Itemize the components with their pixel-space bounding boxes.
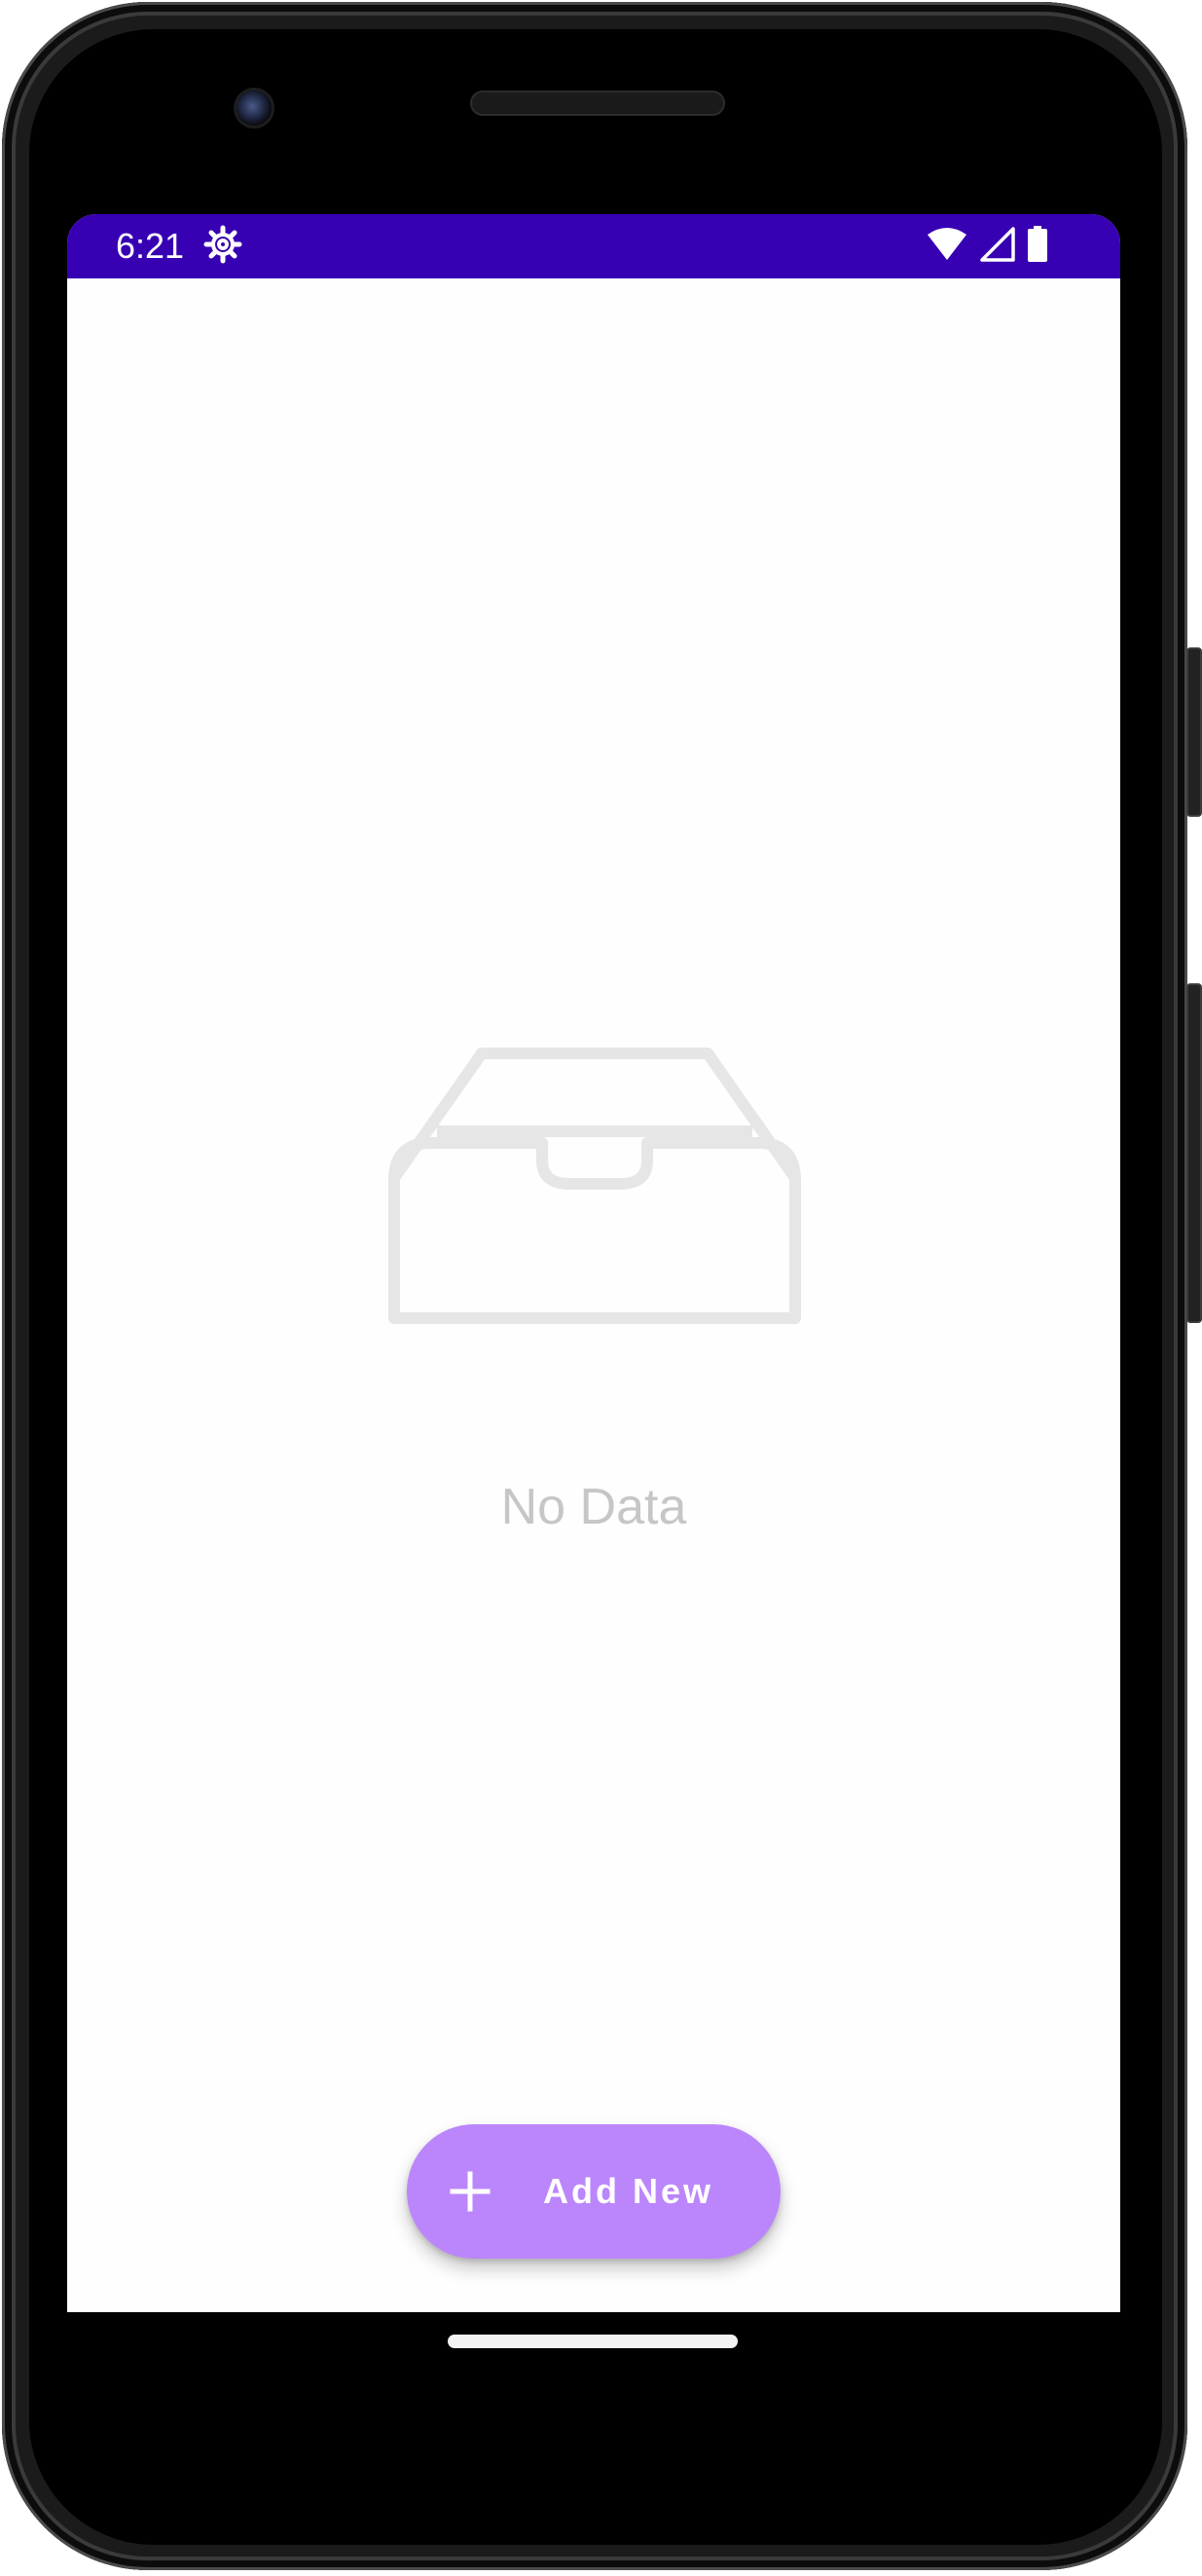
cellular-signal-icon [980,226,1015,267]
empty-state-message: No Data [500,1479,687,1535]
status-bar: 6:21 [67,214,1120,278]
empty-state: No Data [67,1042,1120,1548]
add-new-label: Add New [543,2171,714,2211]
status-right [926,225,1048,268]
wifi-icon [926,227,968,267]
plus-icon [450,2171,491,2212]
home-indicator[interactable] [448,2335,738,2348]
status-left: 6:21 [116,225,242,269]
earpiece-speaker [470,91,725,116]
add-new-button[interactable]: Add New [407,2124,781,2259]
status-time: 6:21 [116,226,185,266]
inbox-tray-icon [388,1042,801,1324]
front-camera [234,88,274,129]
app-screen: 6:21 No Data Add New [67,214,1120,2312]
settings-icon [203,225,242,269]
battery-icon [1027,225,1048,268]
power-button [1186,983,1202,1323]
volume-button [1186,647,1202,817]
